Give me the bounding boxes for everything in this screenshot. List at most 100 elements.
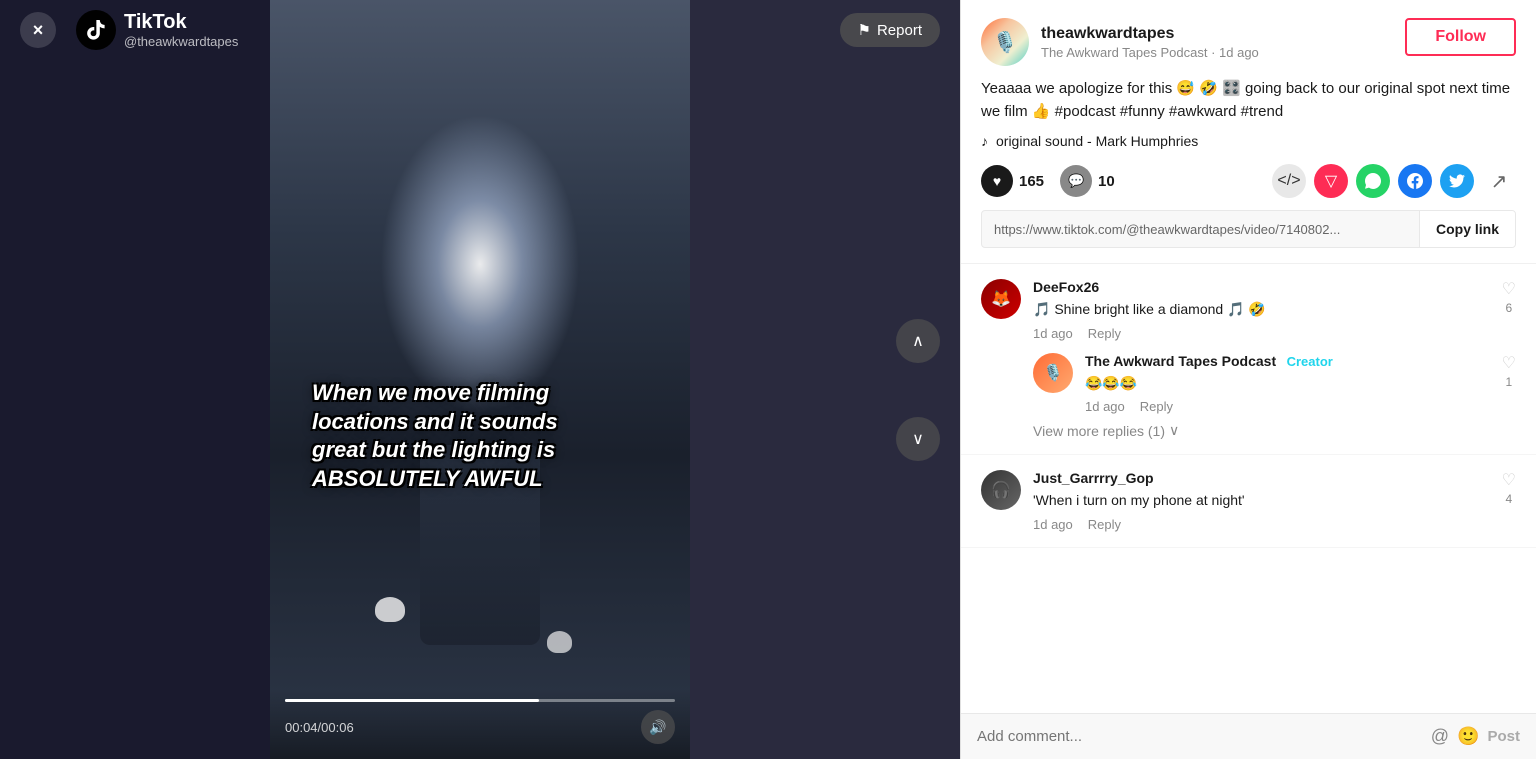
comment-time: 1d ago bbox=[1033, 517, 1073, 532]
video-panel: × TikTok @theawkwardtapes ⚑ Report bbox=[0, 0, 960, 759]
comment-input-bar: @ 🙂 Post bbox=[961, 713, 1536, 759]
at-mention-button[interactable]: @ bbox=[1431, 726, 1449, 747]
comment-likes: ♡ 4 bbox=[1502, 470, 1516, 532]
share-embed-button[interactable]: </> bbox=[1272, 164, 1306, 198]
share-tiktok-button[interactable]: ▽ bbox=[1314, 164, 1348, 198]
reply-content: The Awkward Tapes Podcast Creator 😂😂😂 1d… bbox=[1085, 353, 1490, 415]
duck-left bbox=[375, 597, 405, 622]
comment-time: 1d ago bbox=[1033, 326, 1073, 341]
reply-like-icon[interactable]: ♡ bbox=[1502, 353, 1516, 373]
reply-avatar: 🎙️ bbox=[1033, 353, 1073, 393]
nav-up-button[interactable]: ∧ bbox=[896, 319, 940, 363]
tiktok-logo-text: TikTok @theawkwardtapes bbox=[124, 11, 238, 49]
post-meta: The Awkward Tapes Podcast · 1d ago bbox=[1041, 45, 1259, 60]
follow-button[interactable]: Follow bbox=[1405, 18, 1516, 56]
comment-row: 🎧 Just_Garrrry_Gop 'When i turn on my ph… bbox=[981, 470, 1516, 532]
music-note-icon: ♪ bbox=[981, 133, 988, 149]
like-heart-icon[interactable]: ♡ bbox=[1502, 279, 1516, 299]
reply-time: 1d ago bbox=[1085, 399, 1125, 414]
comment-avatar: 🎧 bbox=[981, 470, 1021, 510]
comment-text: 🎵 Shine bright like a diamond 🎵 🤣 bbox=[1033, 300, 1490, 320]
comment-content: DeeFox26 🎵 Shine bright like a diamond 🎵… bbox=[1033, 279, 1490, 341]
post-info-section: 🎙️ theawkwardtapes The Awkward Tapes Pod… bbox=[961, 0, 1536, 264]
comment-avatar: 🦊 bbox=[981, 279, 1021, 319]
report-button[interactable]: ⚑ Report bbox=[840, 13, 940, 47]
video-container[interactable]: When we move filming locations and it so… bbox=[270, 0, 690, 759]
user-info: theawkwardtapes The Awkward Tapes Podcas… bbox=[1041, 25, 1259, 60]
tiktok-icon bbox=[76, 10, 116, 50]
share-facebook-button[interactable] bbox=[1398, 164, 1432, 198]
reply-meta: 1d ago Reply bbox=[1085, 399, 1490, 414]
like-heart-icon[interactable]: ♡ bbox=[1502, 470, 1516, 490]
reply-username: The Awkward Tapes Podcast bbox=[1085, 353, 1276, 369]
comment-icon: 💬 bbox=[1060, 165, 1092, 197]
post-comment-button[interactable]: Post bbox=[1487, 728, 1520, 745]
comment-input[interactable] bbox=[977, 728, 1421, 745]
left-dark-area bbox=[0, 0, 270, 759]
comment-meta: 1d ago Reply bbox=[1033, 517, 1490, 532]
reply-likes: ♡ 1 bbox=[1502, 353, 1516, 415]
duck-right bbox=[547, 631, 572, 653]
comments-count: 10 bbox=[1098, 173, 1115, 190]
right-dark-area: ∧ ∨ bbox=[690, 0, 960, 759]
link-bar: https://www.tiktok.com/@theawkwardtapes/… bbox=[981, 210, 1516, 248]
comment-username: DeeFox26 bbox=[1033, 279, 1099, 295]
comment-username: Just_Garrrry_Gop bbox=[1033, 470, 1154, 486]
emoji-button[interactable]: 🙂 bbox=[1457, 726, 1479, 747]
comment-row: 🦊 DeeFox26 🎵 Shine bright like a diamond… bbox=[981, 279, 1516, 341]
input-actions: @ 🙂 Post bbox=[1431, 726, 1520, 747]
comment-text: 'When i turn on my phone at night' bbox=[1033, 491, 1490, 511]
likes-count: 165 bbox=[1019, 173, 1044, 190]
comment-content: Just_Garrrry_Gop 'When i turn on my phon… bbox=[1033, 470, 1490, 532]
like-count: 4 bbox=[1505, 492, 1512, 506]
view-more-replies[interactable]: View more replies (1) ∨ bbox=[1033, 422, 1516, 439]
reply-text: 😂😂😂 bbox=[1085, 374, 1490, 394]
sound-button[interactable]: 🔊 bbox=[641, 710, 675, 744]
flag-icon: ⚑ bbox=[858, 21, 871, 39]
action-left: ♥ 165 💬 10 bbox=[981, 165, 1115, 197]
reply-like-count: 1 bbox=[1505, 375, 1512, 389]
comment-meta: 1d ago Reply bbox=[1033, 326, 1490, 341]
nav-down-button[interactable]: ∨ bbox=[896, 417, 940, 461]
video-caption-text: When we move filming locations and it so… bbox=[312, 379, 669, 493]
video-time: 00:04/00:06 bbox=[285, 720, 354, 735]
reply-button[interactable]: Reply bbox=[1088, 517, 1121, 532]
share-more-button[interactable]: ↗ bbox=[1482, 164, 1516, 198]
reply-row: 🎙️ The Awkward Tapes Podcast Creator 😂😂😂… bbox=[1033, 353, 1516, 415]
app-username: @theawkwardtapes bbox=[124, 34, 238, 49]
like-action[interactable]: ♥ 165 bbox=[981, 165, 1044, 197]
avatar: 🎙️ bbox=[981, 18, 1029, 66]
copy-link-button[interactable]: Copy link bbox=[1419, 211, 1515, 247]
sound-label: original sound - Mark Humphries bbox=[996, 133, 1198, 149]
post-caption: Yeaaaa we apologize for this 😅 🤣 🎛️ goin… bbox=[981, 78, 1516, 123]
right-panel: 🎙️ theawkwardtapes The Awkward Tapes Pod… bbox=[960, 0, 1536, 759]
reply-reply-button[interactable]: Reply bbox=[1140, 399, 1173, 414]
share-twitter-button[interactable] bbox=[1440, 164, 1474, 198]
action-right: </> ▽ ↗ bbox=[1272, 164, 1516, 198]
sound-info: ♪ original sound - Mark Humphries bbox=[981, 133, 1516, 149]
comment-item: 🎧 Just_Garrrry_Gop 'When i turn on my ph… bbox=[961, 455, 1536, 548]
progress-fill bbox=[285, 699, 539, 702]
video-light-effect bbox=[380, 114, 580, 414]
action-bar: ♥ 165 💬 10 </> ▽ bbox=[981, 164, 1516, 198]
comment-likes: ♡ 6 bbox=[1502, 279, 1516, 341]
link-url-text: https://www.tiktok.com/@theawkwardtapes/… bbox=[982, 212, 1419, 247]
post-header: 🎙️ theawkwardtapes The Awkward Tapes Pod… bbox=[981, 18, 1516, 66]
chevron-down-icon: ∨ bbox=[1169, 422, 1179, 439]
close-button[interactable]: × bbox=[20, 12, 56, 48]
comment-item: 🦊 DeeFox26 🎵 Shine bright like a diamond… bbox=[961, 264, 1536, 455]
reply-thread: 🎙️ The Awkward Tapes Podcast Creator 😂😂😂… bbox=[1033, 353, 1516, 415]
share-whatsapp-button[interactable] bbox=[1356, 164, 1390, 198]
progress-bar[interactable] bbox=[285, 699, 675, 702]
app-title: TikTok bbox=[124, 11, 238, 34]
comments-section: 🦊 DeeFox26 🎵 Shine bright like a diamond… bbox=[961, 264, 1536, 713]
tiktok-logo: TikTok @theawkwardtapes bbox=[76, 10, 238, 50]
reply-button[interactable]: Reply bbox=[1088, 326, 1121, 341]
like-count: 6 bbox=[1505, 301, 1512, 315]
heart-icon: ♥ bbox=[981, 165, 1013, 197]
video-controls: 00:04/00:06 🔊 bbox=[270, 689, 690, 759]
post-username: theawkwardtapes bbox=[1041, 25, 1259, 43]
comment-action[interactable]: 💬 10 bbox=[1060, 165, 1115, 197]
creator-badge: Creator bbox=[1287, 354, 1333, 369]
time-row: 00:04/00:06 🔊 bbox=[285, 710, 675, 744]
